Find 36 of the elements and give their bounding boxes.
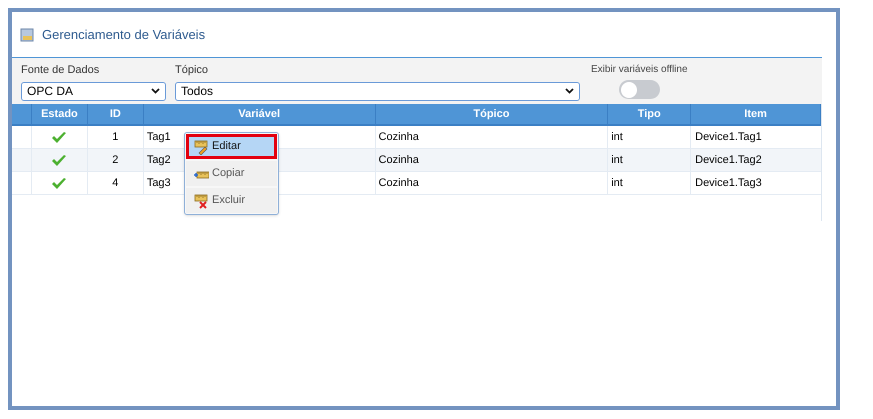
column-header[interactable]: ID bbox=[88, 104, 144, 124]
menu-item[interactable]: Copiar bbox=[186, 161, 277, 186]
column-header[interactable]: Variável bbox=[144, 104, 376, 124]
table-cell-text: Tag1 bbox=[146, 130, 171, 145]
field-label: Tópico bbox=[175, 63, 210, 78]
panel-title: Gerenciamento de Variáveis bbox=[42, 26, 206, 44]
table-cell-text: Cozinha bbox=[378, 176, 419, 191]
table-cell-text: int bbox=[611, 152, 623, 168]
column-header[interactable]: Tipo bbox=[608, 104, 692, 124]
table-cell-text: Device1.Tag3 bbox=[695, 176, 762, 191]
field-label: Fonte de Dados bbox=[21, 63, 100, 78]
menu-item[interactable]: Excluir bbox=[186, 188, 277, 213]
table-cell-text: 4 bbox=[112, 176, 118, 191]
table-cell-text: Device1.Tag2 bbox=[695, 152, 762, 168]
chevron-down-icon bbox=[565, 88, 574, 94]
field-label: Exibir variáveis offline bbox=[591, 63, 688, 77]
table-cell-text: Cozinha bbox=[378, 152, 419, 168]
table-cell-text: Tag3 bbox=[146, 176, 171, 191]
table-cell-text: int bbox=[611, 130, 623, 145]
ruler-x-icon bbox=[193, 192, 209, 208]
column-header[interactable]: Item bbox=[691, 104, 822, 124]
table-cell-text: int bbox=[611, 176, 623, 191]
column-header[interactable]: Estado bbox=[32, 104, 88, 124]
table-cell-text: Device1.Tag1 bbox=[695, 130, 762, 145]
data-source-select[interactable]: OPC DA bbox=[21, 82, 166, 100]
table-cell-text: 1 bbox=[112, 130, 118, 145]
chevron-down-icon bbox=[151, 88, 160, 94]
table-cell-text: Tag2 bbox=[146, 152, 171, 168]
menu-item[interactable]: Editar bbox=[186, 134, 277, 159]
table-cell-text: 2 bbox=[112, 152, 118, 168]
panel-icon bbox=[20, 28, 34, 42]
table-cell-text: Cozinha bbox=[378, 130, 419, 145]
offline-toggle[interactable] bbox=[618, 80, 660, 99]
column-header[interactable]: Tópico bbox=[376, 104, 608, 124]
topic-select[interactable]: Todos bbox=[175, 82, 580, 100]
ruler-pencil-icon bbox=[193, 138, 209, 154]
